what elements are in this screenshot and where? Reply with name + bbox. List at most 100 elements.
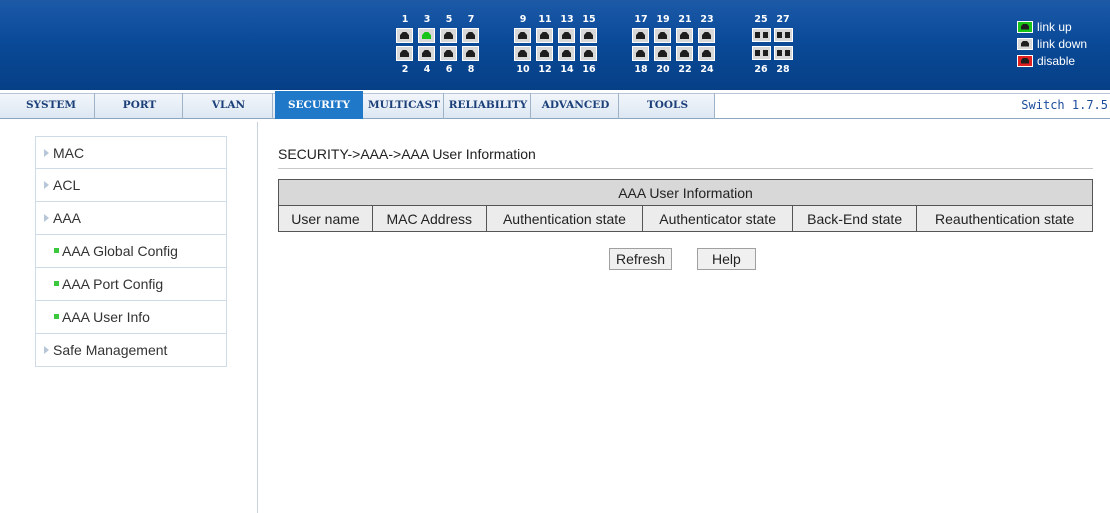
port-20-icon[interactable] bbox=[654, 46, 671, 61]
tab-security[interactable]: SECURITY bbox=[275, 91, 363, 119]
tab-port[interactable]: PORT bbox=[97, 93, 183, 119]
expand-arrow-icon bbox=[44, 149, 49, 157]
port-12-icon[interactable] bbox=[536, 46, 553, 61]
port-16-icon[interactable] bbox=[580, 46, 597, 61]
port-13-icon[interactable] bbox=[558, 28, 575, 43]
port-number-14: 14 bbox=[560, 64, 574, 75]
port-number-1: 1 bbox=[401, 14, 409, 25]
tab-reliability[interactable]: RELIABILITY bbox=[446, 93, 531, 119]
port-3-icon[interactable] bbox=[418, 28, 435, 43]
port-17-icon[interactable] bbox=[632, 28, 649, 43]
expand-arrow-icon bbox=[44, 181, 49, 189]
port-number-22: 22 bbox=[678, 64, 692, 75]
sidebar-item-label: AAA Global Config bbox=[62, 243, 178, 259]
tab-advanced[interactable]: ADVANCED bbox=[533, 93, 619, 119]
tab-tools[interactable]: TOOLS bbox=[621, 93, 715, 119]
port-1-icon[interactable] bbox=[396, 28, 413, 43]
port-4-icon[interactable] bbox=[418, 46, 435, 61]
table-caption: AAA User Information bbox=[278, 179, 1093, 206]
version-label: Switch 1.7.5 bbox=[1021, 98, 1108, 112]
port-number-26: 26 bbox=[754, 64, 768, 75]
sidebar-panel: MAC ACL AAA AAA Global Config AAA Port Confi… bbox=[0, 122, 258, 513]
sidebar-item-label: MAC bbox=[53, 145, 85, 161]
breadcrumb: SECURITY->AAA->AAA User Information bbox=[278, 146, 536, 162]
port-18-icon[interactable] bbox=[632, 46, 649, 61]
port-number-23: 23 bbox=[700, 14, 714, 25]
port-number-15: 15 bbox=[582, 14, 596, 25]
main-nav: Switch 1.7.5 SYSTEM PORT VLAN SECURITY MULTI… bbox=[0, 90, 1110, 122]
port-number-5: 5 bbox=[445, 14, 453, 25]
legend-item-link-up: link up bbox=[1017, 18, 1087, 35]
main-content: SECURITY->AAA->AAA User Information AAA … bbox=[258, 122, 1110, 513]
port-number-10: 10 bbox=[516, 64, 530, 75]
port-number-9: 9 bbox=[519, 14, 527, 25]
sidebar-item-label: AAA User Info bbox=[62, 309, 150, 325]
sidebar-item-label: ACL bbox=[53, 177, 81, 193]
sidebar-item-mac[interactable]: MAC bbox=[35, 136, 227, 169]
port-10-icon[interactable] bbox=[514, 46, 531, 61]
port-5-icon[interactable] bbox=[440, 28, 457, 43]
port-number-25: 25 bbox=[754, 14, 768, 25]
port-25-icon[interactable] bbox=[752, 28, 771, 42]
port-status-banner: 1 3 5 7 2 4 6 8 9 11 13 15 10 12 14 16 17 19 21 23 18 20 22 24 2… bbox=[0, 0, 1110, 90]
column-header-back-end-state: Back-End state bbox=[791, 205, 918, 232]
column-header-authentication-state: Authentication state bbox=[485, 205, 644, 232]
port-9-icon[interactable] bbox=[514, 28, 531, 43]
sidebar-item-aaa-global-config[interactable]: AAA Global Config bbox=[35, 235, 227, 268]
port-number-18: 18 bbox=[634, 64, 648, 75]
port-21-icon[interactable] bbox=[676, 28, 693, 43]
port-legend: link up link down disable bbox=[1017, 18, 1087, 69]
column-header-authenticator-state: Authenticator state bbox=[642, 205, 793, 232]
bullet-square-icon bbox=[54, 314, 59, 319]
port-15-icon[interactable] bbox=[580, 28, 597, 43]
port-28-icon[interactable] bbox=[774, 46, 793, 60]
port-number-2: 2 bbox=[401, 64, 409, 75]
tab-vlan[interactable]: VLAN bbox=[185, 93, 273, 119]
sidebar-item-aaa-user-info[interactable]: AAA User Info bbox=[35, 301, 227, 334]
bullet-square-icon bbox=[54, 248, 59, 253]
port-number-21: 21 bbox=[678, 14, 692, 25]
bullet-square-icon bbox=[54, 281, 59, 286]
port-7-icon[interactable] bbox=[462, 28, 479, 43]
link-up-icon bbox=[1017, 20, 1033, 33]
sidebar-menu: MAC ACL AAA AAA Global Config AAA Port Confi… bbox=[35, 136, 227, 367]
legend-label: disable bbox=[1037, 53, 1076, 68]
port-26-icon[interactable] bbox=[752, 46, 771, 60]
port-6-icon[interactable] bbox=[440, 46, 457, 61]
port-8-icon[interactable] bbox=[462, 46, 479, 61]
help-button[interactable]: Help bbox=[697, 248, 756, 270]
table-header-row: User name MAC Address Authentication state… bbox=[278, 205, 1093, 232]
port-19-icon[interactable] bbox=[654, 28, 671, 43]
tab-multicast[interactable]: MULTICAST bbox=[365, 93, 444, 119]
port-number-11: 11 bbox=[538, 14, 552, 25]
port-number-16: 16 bbox=[582, 64, 596, 75]
port-14-icon[interactable] bbox=[558, 46, 575, 61]
legend-label: link up bbox=[1037, 19, 1072, 34]
port-number-20: 20 bbox=[656, 64, 670, 75]
sidebar-item-label: AAA Port Config bbox=[62, 276, 164, 292]
port-number-28: 28 bbox=[776, 64, 790, 75]
expand-arrow-icon bbox=[44, 214, 49, 222]
port-24-icon[interactable] bbox=[698, 46, 715, 61]
port-number-27: 27 bbox=[776, 14, 790, 25]
legend-item-disable: disable bbox=[1017, 52, 1087, 69]
disable-icon bbox=[1017, 54, 1033, 67]
port-22-icon[interactable] bbox=[676, 46, 693, 61]
refresh-button[interactable]: Refresh bbox=[609, 248, 673, 270]
port-number-4: 4 bbox=[423, 64, 431, 75]
expand-arrow-icon bbox=[44, 346, 49, 354]
sidebar-item-aaa-port-config[interactable]: AAA Port Config bbox=[35, 268, 227, 301]
sidebar-item-aaa[interactable]: AAA bbox=[35, 202, 227, 235]
port-number-7: 7 bbox=[467, 14, 475, 25]
tab-system[interactable]: SYSTEM bbox=[8, 93, 95, 119]
port-number-19: 19 bbox=[656, 14, 670, 25]
port-number-17: 17 bbox=[634, 14, 648, 25]
port-23-icon[interactable] bbox=[698, 28, 715, 43]
sidebar-item-acl[interactable]: ACL bbox=[35, 169, 227, 202]
breadcrumb-divider bbox=[278, 168, 1093, 169]
port-11-icon[interactable] bbox=[536, 28, 553, 43]
column-header-user-name: User name bbox=[278, 205, 373, 232]
port-2-icon[interactable] bbox=[396, 46, 413, 61]
sidebar-item-safe-management[interactable]: Safe Management bbox=[35, 334, 227, 367]
port-27-icon[interactable] bbox=[774, 28, 793, 42]
